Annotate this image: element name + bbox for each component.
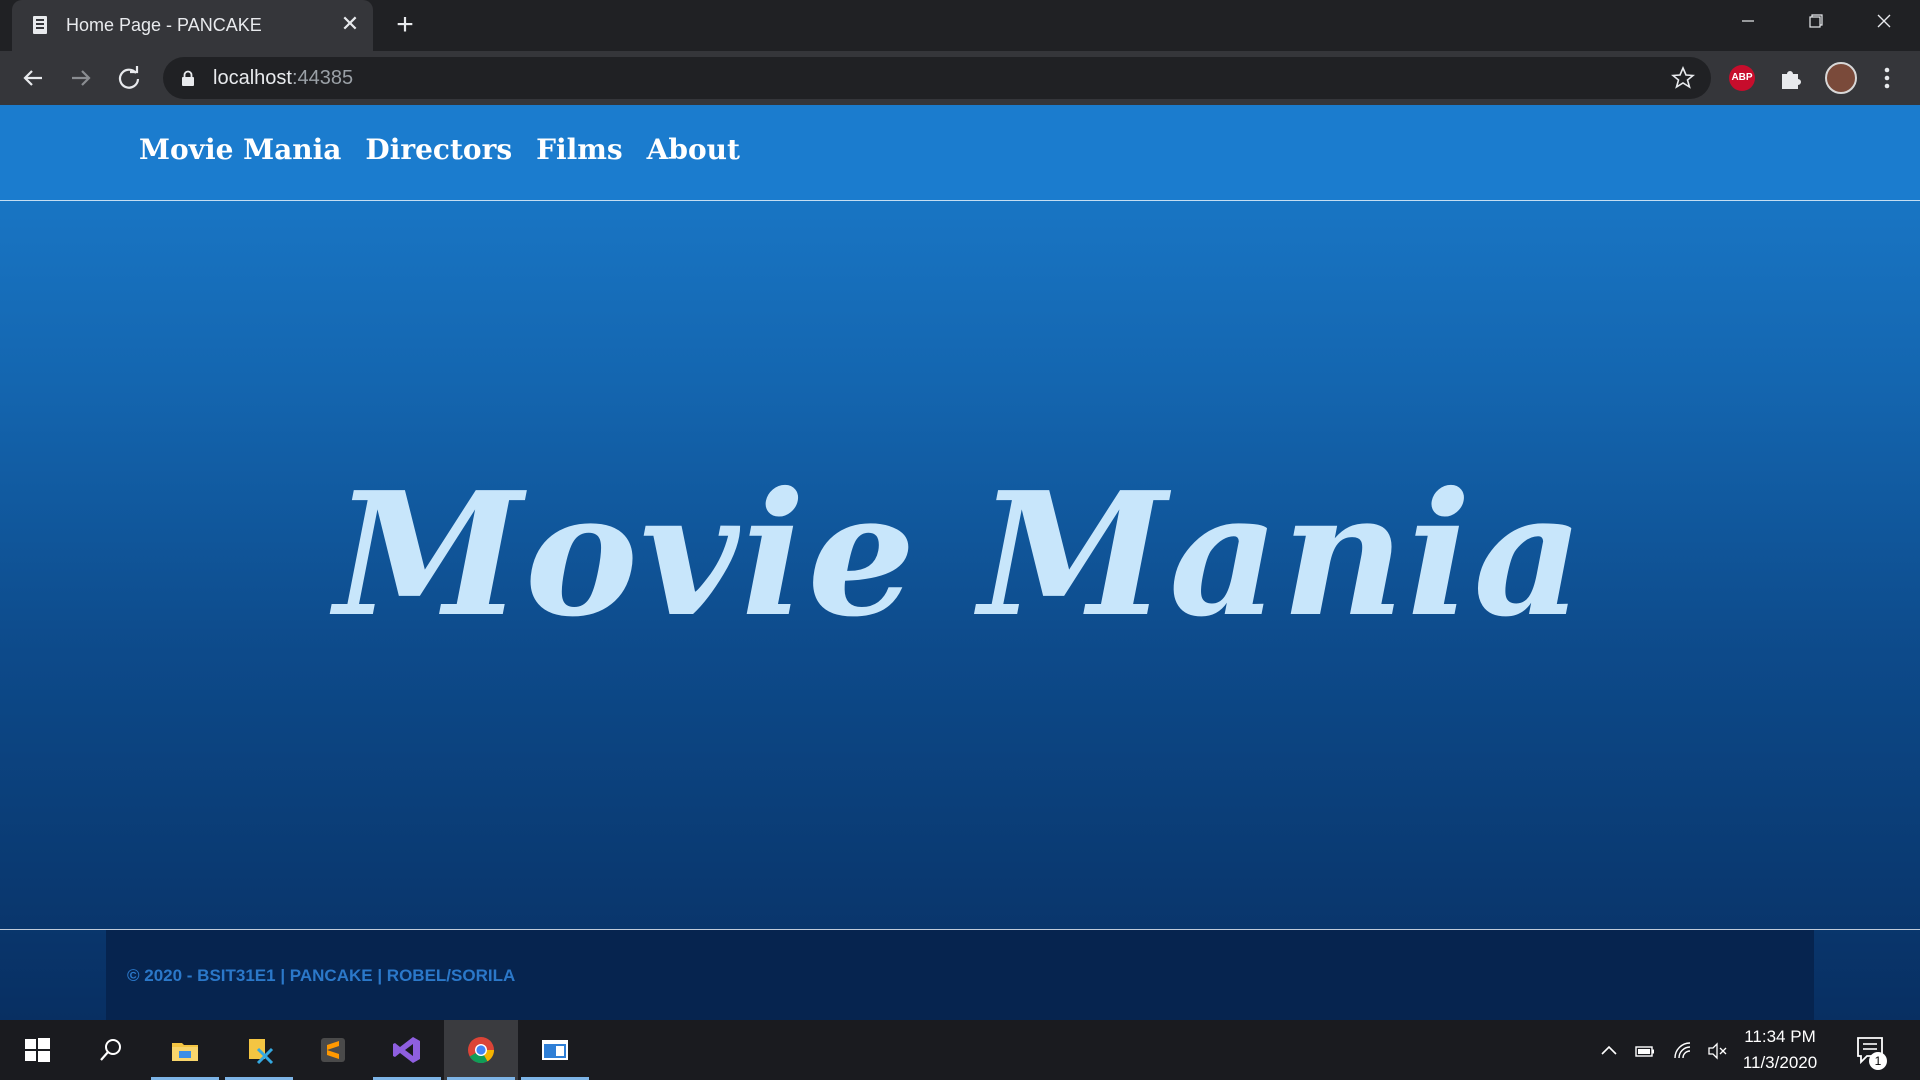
file-explorer-icon [172, 1043, 198, 1061]
hero-title: Movie Mania [334, 455, 1586, 655]
sublime-text-icon [321, 1038, 345, 1062]
nav-films-link[interactable]: Films [536, 133, 623, 166]
new-tab-button[interactable]: + [392, 10, 418, 40]
tab-title: Home Page - PANCAKE [66, 15, 262, 35]
window-minimize-button[interactable] [1728, 10, 1768, 40]
taskbar-window-app[interactable] [518, 1020, 592, 1080]
profile-avatar[interactable] [1825, 62, 1857, 94]
back-arrow-icon[interactable] [18, 63, 48, 93]
windows-start-icon [25, 1038, 50, 1062]
url-port: :44385 [291, 67, 354, 89]
database-tool-icon [249, 1039, 274, 1065]
taskbar-sublime-text[interactable] [296, 1020, 370, 1080]
url-host: localhost [213, 67, 292, 89]
windows-taskbar: 11:34 PM 11/3/2020 1 [0, 1020, 1920, 1080]
taskbar-visual-studio[interactable] [370, 1020, 444, 1080]
browser-tabstrip: Home Page - PANCAKE ✕ + [0, 0, 1920, 51]
visual-studio-icon [393, 1037, 420, 1063]
volume-muted-icon[interactable] [1706, 1040, 1728, 1062]
browser-menu-icon[interactable] [1880, 65, 1894, 91]
clock-date[interactable]: 11/3/2020 [1730, 1053, 1830, 1073]
url-text[interactable]: localhost:44385 [213, 67, 353, 90]
site-navbar: Movie Mania Directors Films About [0, 105, 1920, 201]
minimize-icon [1742, 20, 1754, 22]
extensions-puzzle-icon[interactable] [1778, 65, 1804, 91]
window-close-button[interactable] [1864, 10, 1904, 40]
site-footer: © 2020 - BSIT31E1 | PANCAKE | ROBEL/SORI… [106, 930, 1814, 1020]
battery-icon[interactable] [1634, 1040, 1656, 1062]
close-icon [1877, 14, 1891, 28]
taskbar-chrome[interactable] [444, 1020, 518, 1080]
browser-toolbar: localhost:44385 ABP [0, 51, 1920, 105]
window-restore-button[interactable] [1796, 10, 1836, 40]
adblock-extension-icon[interactable]: ABP [1729, 65, 1755, 91]
page-favicon-icon [33, 16, 47, 34]
clock-time[interactable]: 11:34 PM [1730, 1027, 1830, 1047]
taskbar-search-button[interactable] [74, 1020, 148, 1080]
reload-icon[interactable] [114, 63, 144, 93]
nav-about-link[interactable]: About [647, 133, 740, 166]
taskbar-database-tool[interactable] [222, 1020, 296, 1080]
browser-tab[interactable]: Home Page - PANCAKE ✕ [12, 0, 373, 51]
lock-icon[interactable] [181, 70, 195, 86]
address-bar[interactable]: localhost:44385 [163, 57, 1711, 99]
bookmark-star-icon[interactable] [1671, 66, 1695, 90]
notification-count-badge: 1 [1869, 1052, 1887, 1070]
web-page: Movie Mania Directors Films About Movie … [0, 105, 1920, 1020]
forward-arrow-icon[interactable] [66, 63, 96, 93]
nav-brand-link[interactable]: Movie Mania [139, 133, 341, 166]
search-icon [100, 1039, 121, 1061]
chrome-icon [468, 1037, 495, 1064]
restore-icon [1809, 14, 1823, 28]
tray-chevron-up-icon[interactable] [1598, 1040, 1620, 1062]
nav-links: Movie Mania Directors Films About [139, 133, 740, 166]
nav-directors-link[interactable]: Directors [365, 133, 512, 166]
window-app-icon [542, 1040, 568, 1060]
taskbar-file-explorer[interactable] [148, 1020, 222, 1080]
start-button[interactable] [0, 1020, 74, 1080]
footer-copyright: © 2020 - BSIT31E1 | PANCAKE | ROBEL/SORI… [127, 966, 516, 985]
tab-close-icon[interactable]: ✕ [339, 13, 361, 35]
wifi-icon[interactable] [1672, 1040, 1694, 1062]
